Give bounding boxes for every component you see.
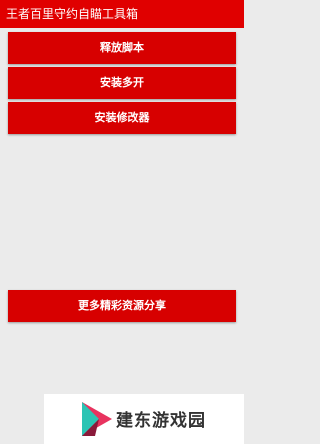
release-script-button[interactable]: 释放脚本	[8, 32, 236, 64]
install-multi-open-button[interactable]: 安装多开	[8, 67, 236, 99]
watermark-text: 建东游戏园	[116, 411, 206, 431]
app-bar: 王者百里守约自瞄工具箱	[0, 0, 244, 28]
watermark-banner: 建东游戏园	[44, 394, 244, 444]
more-resources-button[interactable]: 更多精彩资源分享	[8, 290, 236, 322]
install-modifier-button[interactable]: 安装修改器	[8, 102, 236, 134]
app-title: 王者百里守约自瞄工具箱	[6, 7, 139, 21]
play-triangle-logo-icon	[82, 402, 112, 436]
